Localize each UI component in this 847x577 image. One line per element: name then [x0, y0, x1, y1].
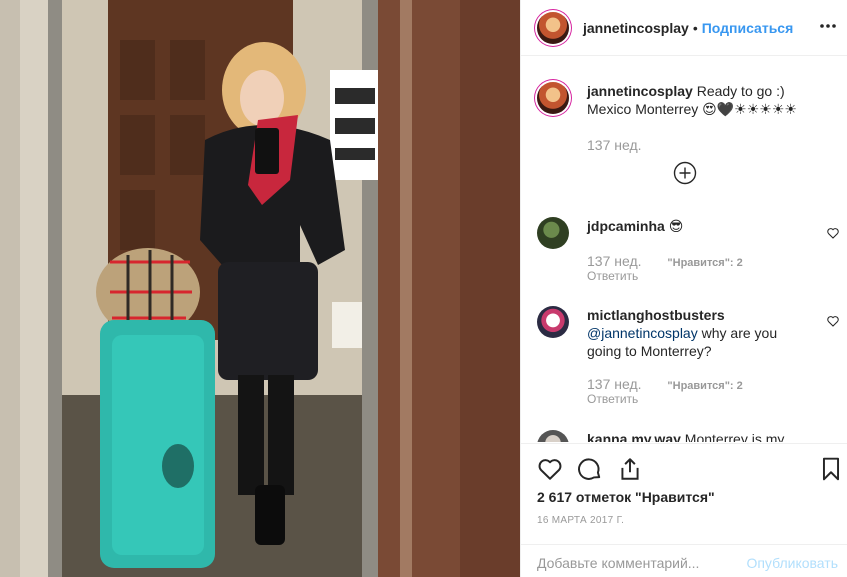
caption-username[interactable]: jannetincosplay	[587, 83, 693, 99]
comment-likes[interactable]: "Нравится": 2	[667, 380, 742, 392]
caption-time[interactable]: 137 нед.	[587, 137, 642, 153]
comment-like-heart-icon[interactable]	[826, 314, 840, 328]
comment-time[interactable]: 137 нед.	[587, 376, 642, 392]
comment-item: kanna.my.way Monterrey is my	[537, 430, 837, 442]
author-avatar[interactable]	[537, 11, 569, 44]
commenter-avatar[interactable]	[537, 430, 569, 442]
post-photo[interactable]	[0, 0, 520, 577]
more-horizontal-icon[interactable]	[818, 16, 838, 36]
comment-likes[interactable]: "Нравится": 2	[667, 257, 742, 269]
caption-entry: jannetincosplay Ready to go :) Mexico Mo…	[537, 82, 837, 162]
follow-button[interactable]: Подписаться	[702, 20, 794, 36]
caption-avatar[interactable]	[537, 82, 569, 114]
commenter-avatar[interactable]	[537, 306, 569, 338]
reply-button[interactable]: Ответить	[587, 269, 638, 283]
post-actions: 2 617 отметок "Нравится" 16 МАРТА 2017 Г…	[521, 443, 847, 577]
add-comment-bar: Опубликовать	[521, 544, 847, 577]
publish-button[interactable]: Опубликовать	[746, 555, 838, 571]
caption-line2: Mexico Monterrey 😍🖤☀☀☀☀☀	[587, 101, 797, 117]
commenter-username[interactable]: mictlanghostbusters	[587, 307, 725, 323]
reply-button[interactable]: Ответить	[587, 392, 638, 406]
commenter-avatar[interactable]	[537, 217, 569, 249]
comment-body: Monterrey is my	[684, 431, 785, 442]
post-header: jannetincosplay • Подписаться	[521, 0, 847, 56]
share-icon[interactable]	[617, 456, 643, 482]
header-separator: •	[692, 19, 698, 36]
comment-like-heart-icon[interactable]	[826, 226, 840, 240]
comments-list[interactable]: jannetincosplay Ready to go :) Mexico Mo…	[521, 57, 847, 442]
comment-text: mictlanghostbusters @jannetincosplay why…	[587, 306, 813, 360]
bookmark-icon[interactable]	[818, 456, 844, 482]
mirror-selfie-image	[0, 0, 520, 577]
comment-input[interactable]	[537, 553, 737, 573]
post-date: 16 МАРТА 2017 Г.	[537, 515, 625, 526]
likes-count[interactable]: 2 617 отметок "Нравится"	[537, 489, 715, 505]
comment-item: mictlanghostbusters @jannetincosplay why…	[537, 306, 840, 406]
post-side-panel: jannetincosplay • Подписаться jannetinco…	[520, 0, 847, 577]
comment-item: jdpcaminha 😎 137 нед. "Нравится": 2 Отве…	[537, 217, 840, 287]
plus-circle-icon[interactable]	[673, 161, 697, 185]
comment-text: jdpcaminha 😎	[587, 217, 813, 235]
commenter-username[interactable]: jdpcaminha	[587, 218, 665, 234]
comment-icon[interactable]	[577, 456, 603, 482]
comment-meta: 137 нед. "Нравится": 2	[587, 253, 743, 269]
commenter-username[interactable]: kanna.my.way	[587, 431, 681, 442]
caption-text: jannetincosplay Ready to go :) Mexico Mo…	[587, 82, 813, 118]
caption-line1: Ready to go :)	[696, 83, 785, 99]
comment-mention-link[interactable]: @jannetincosplay	[587, 325, 698, 341]
comment-meta: 137 нед. "Нравится": 2	[587, 376, 743, 392]
author-username[interactable]: jannetincosplay	[583, 20, 689, 36]
comment-text: kanna.my.way Monterrey is my	[587, 430, 813, 442]
comment-body: 😎	[668, 218, 684, 234]
comment-time[interactable]: 137 нед.	[587, 253, 642, 269]
heart-icon[interactable]	[537, 456, 563, 482]
